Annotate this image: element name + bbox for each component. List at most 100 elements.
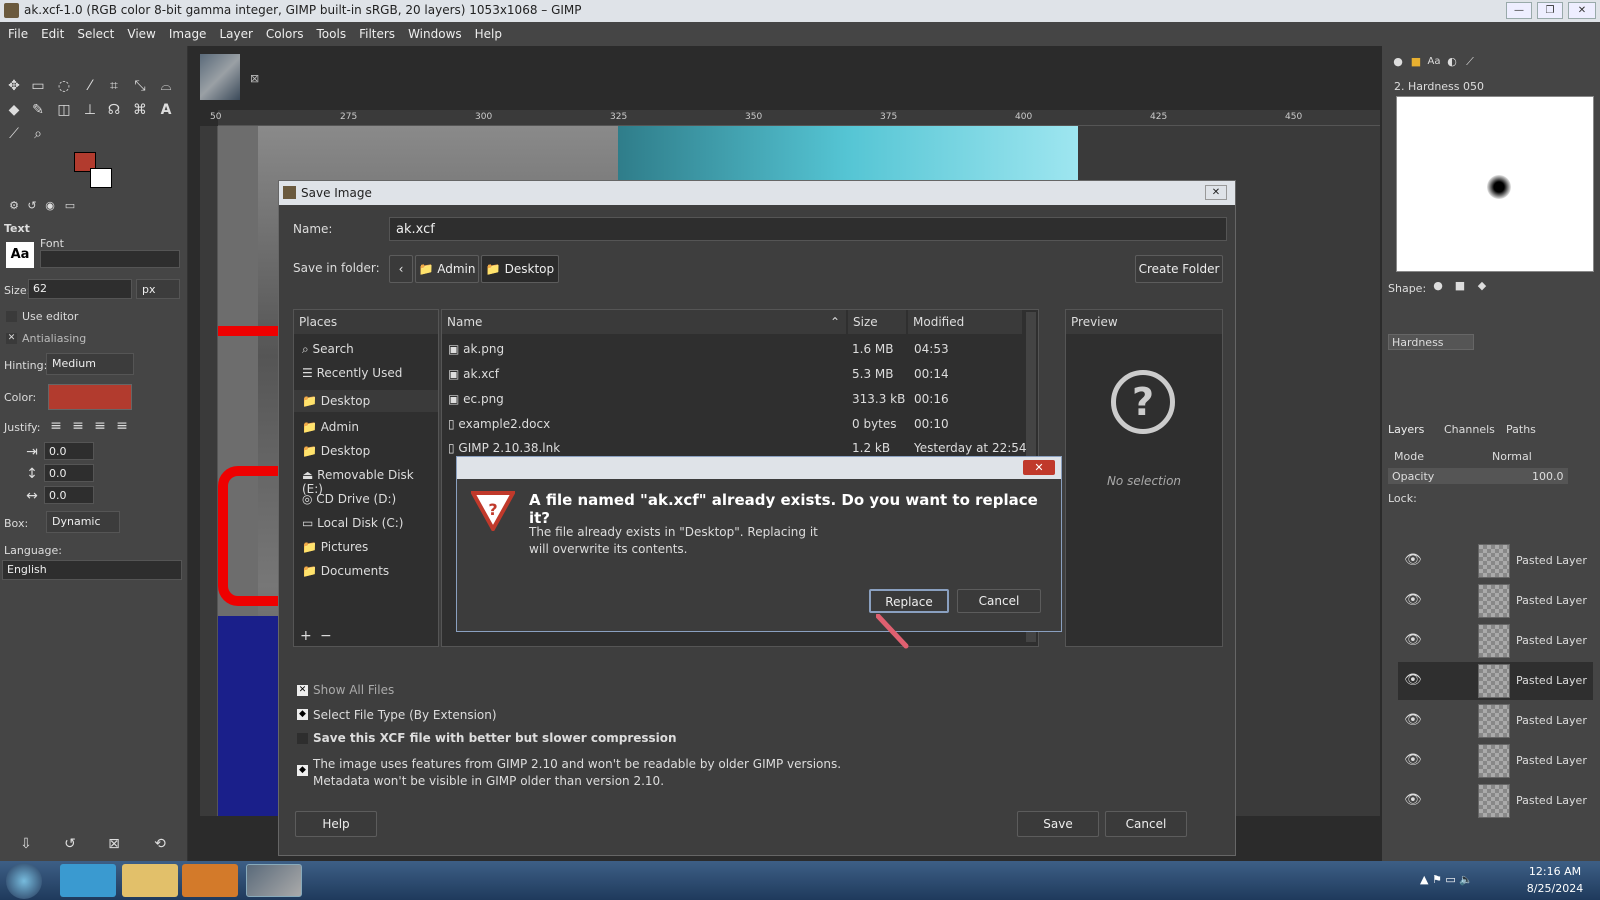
warp-icon[interactable]: ⌓ — [156, 76, 176, 96]
menu-edit[interactable]: Edit — [41, 22, 64, 41]
brush-settings-icon[interactable]: ⟋ — [1460, 52, 1480, 72]
layers-tab[interactable]: Layers — [1388, 423, 1424, 436]
filename-input[interactable]: ak.xcf — [389, 217, 1227, 241]
column-size[interactable]: Size — [848, 310, 906, 334]
dialog-close-button[interactable]: ✕ — [1205, 185, 1227, 200]
layer-row[interactable]: 👁 Pasted Layer — [1398, 782, 1593, 820]
menu-filters[interactable]: Filters — [359, 22, 395, 41]
shape-circle-icon[interactable]: ● — [1428, 276, 1448, 296]
place-local-disk[interactable]: ▭ Local Disk (C:) — [302, 516, 403, 530]
taskbar-app-icon[interactable] — [60, 864, 116, 897]
file-explorer-icon[interactable] — [122, 864, 178, 897]
menu-colors[interactable]: Colors — [266, 22, 304, 41]
show-all-files-toggle[interactable]: ✕ — [297, 685, 308, 696]
tray-icons[interactable]: ▲ ⚑ ▭ 🔈 — [1420, 873, 1473, 886]
close-window-button[interactable]: ✕ — [1568, 2, 1596, 19]
smudge-icon[interactable]: ☊ — [104, 100, 124, 120]
minimize-button[interactable]: — — [1506, 2, 1532, 19]
delete-options-icon[interactable]: ⊠ — [104, 834, 124, 854]
eye-icon[interactable]: 👁 — [1404, 752, 1422, 768]
alert-close-button[interactable]: ✕ — [1023, 460, 1055, 475]
layer-row[interactable]: 👁 Pasted Layer — [1398, 542, 1593, 580]
text-color-swatch[interactable] — [48, 384, 132, 410]
back-arrow-icon[interactable]: ‹ — [389, 255, 413, 283]
fonts-tab-icon[interactable]: Aa — [1424, 52, 1444, 72]
language-input[interactable]: English — [2, 560, 182, 580]
tool-options-tab-icon[interactable]: ⚙ — [4, 196, 24, 216]
undo-history-tab-icon[interactable]: ↺ — [22, 196, 42, 216]
eye-icon[interactable]: 👁 — [1404, 592, 1422, 608]
menu-windows[interactable]: Windows — [408, 22, 462, 41]
menu-help[interactable]: Help — [475, 22, 502, 41]
select-file-type-label[interactable]: Select File Type (By Extension) — [313, 708, 497, 722]
crop-icon[interactable]: ⌗ — [104, 76, 124, 96]
dialog-cancel-button[interactable]: Cancel — [1105, 811, 1187, 837]
device-tab-icon[interactable]: ◉ — [40, 196, 60, 216]
justify-right-icon[interactable]: ≡ — [68, 416, 88, 436]
alert-cancel-button[interactable]: Cancel — [957, 589, 1041, 613]
channels-tab[interactable]: Channels — [1444, 423, 1495, 436]
close-image-tab-icon[interactable]: ⊠ — [250, 72, 259, 85]
size-input[interactable]: 62 — [28, 279, 132, 299]
create-folder-button[interactable]: Create Folder — [1135, 255, 1223, 283]
menu-tools[interactable]: Tools — [317, 22, 347, 41]
font-preview-icon[interactable]: Aa — [6, 242, 34, 268]
file-row[interactable]: ▯ example2.docx — [448, 417, 550, 431]
file-row[interactable]: ▣ ak.xcf — [448, 367, 499, 381]
font-input[interactable] — [40, 250, 180, 268]
gradients-tab-icon[interactable]: ◐ — [1442, 52, 1462, 72]
letter-spacing-input[interactable]: 0.0 — [44, 486, 94, 504]
patterns-tab-icon[interactable]: ■ — [1406, 52, 1426, 72]
fuzzy-select-icon[interactable]: ⁄ — [80, 76, 100, 96]
menu-select[interactable]: Select — [77, 22, 114, 41]
eye-icon[interactable]: 👁 — [1404, 712, 1422, 728]
restore-button[interactable]: ❐ — [1537, 2, 1563, 19]
line-spacing-input[interactable]: 0.0 — [44, 464, 94, 482]
place-recent[interactable]: ☰ Recently Used — [302, 366, 402, 380]
paths-icon[interactable]: ⌘ — [130, 100, 150, 120]
layer-row-selected[interactable]: 👁 Pasted Layer — [1398, 662, 1593, 700]
place-pictures[interactable]: 📁 Pictures — [302, 540, 368, 554]
media-player-icon[interactable] — [182, 864, 238, 897]
place-cd-drive[interactable]: ◎ CD Drive (D:) — [302, 492, 396, 506]
justify-center-icon[interactable]: ≡ — [90, 416, 110, 436]
text-tool-icon[interactable]: A — [156, 100, 176, 120]
replace-button[interactable]: Replace — [869, 589, 949, 613]
column-modified[interactable]: Modified — [908, 310, 1022, 334]
lasso-icon[interactable]: ◌ — [54, 76, 74, 96]
bucket-icon[interactable]: ◆ — [4, 100, 24, 120]
start-button-icon[interactable] — [6, 863, 42, 899]
eye-icon[interactable]: 👁 — [1404, 552, 1422, 568]
file-row[interactable]: ▣ ak.png — [448, 342, 504, 356]
place-documents[interactable]: 📁 Documents — [302, 564, 389, 578]
place-search[interactable]: ⌕ Search — [302, 342, 354, 357]
layer-row[interactable]: 👁 Pasted Layer — [1398, 742, 1593, 780]
menu-image[interactable]: Image — [169, 22, 207, 41]
add-place-icon[interactable]: + — [300, 628, 312, 644]
use-editor-checkbox[interactable] — [6, 311, 17, 322]
brushes-tab-icon[interactable]: ● — [1388, 52, 1408, 72]
justify-fill-icon[interactable]: ≡ — [112, 416, 132, 436]
remove-place-icon[interactable]: − — [320, 628, 332, 644]
shape-square-icon[interactable]: ■ — [1450, 276, 1470, 296]
place-desktop[interactable]: 📁 Desktop — [302, 444, 370, 458]
select-file-type-toggle[interactable]: ◆ — [297, 709, 308, 720]
transform-icon[interactable]: ⤡ — [130, 76, 150, 96]
crumb-admin[interactable]: 📁 Admin — [415, 255, 479, 283]
save-options-icon[interactable]: ⇩ — [16, 834, 36, 854]
eraser-icon[interactable]: ◫ — [54, 100, 74, 120]
image-tab-thumbnail[interactable] — [200, 54, 240, 100]
menu-layer[interactable]: Layer — [219, 22, 252, 41]
shape-diamond-icon[interactable]: ◆ — [1472, 276, 1492, 296]
antialiasing-checkbox[interactable]: ✕ — [6, 333, 17, 344]
file-row[interactable]: ▣ ec.png — [448, 392, 504, 406]
menu-file[interactable]: File — [8, 22, 28, 41]
place-desktop-selected[interactable]: 📁 Desktop — [294, 390, 438, 412]
show-all-files-label[interactable]: Show All Files — [313, 683, 394, 697]
hinting-select[interactable]: Medium — [46, 353, 134, 375]
clock-time[interactable]: 12:16 AM — [1520, 865, 1590, 878]
compat-info-toggle[interactable]: ◆ — [297, 765, 308, 776]
place-admin[interactable]: 📁 Admin — [302, 420, 359, 434]
clock-date[interactable]: 8/25/2024 — [1520, 882, 1590, 895]
mode-select[interactable]: Normal — [1492, 450, 1532, 463]
